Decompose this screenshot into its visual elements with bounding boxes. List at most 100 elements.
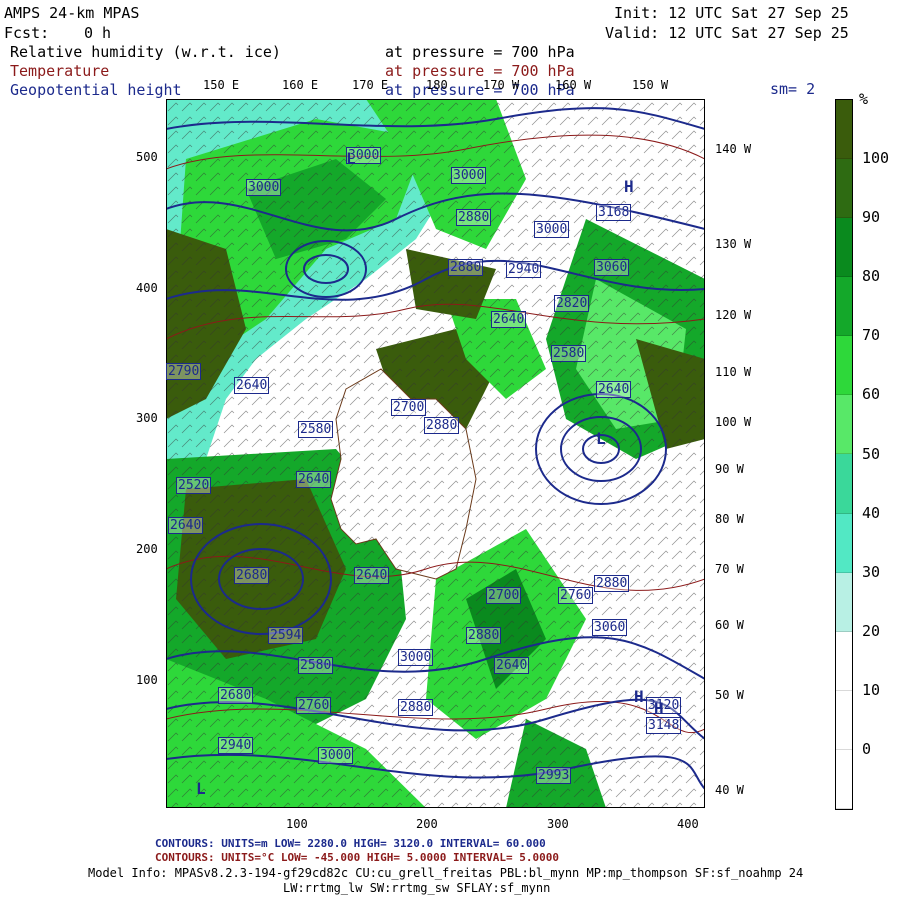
model-title: AMPS 24-km MPAS bbox=[4, 4, 140, 22]
pressure-center-letter: H bbox=[624, 177, 634, 196]
height-contour-label: 2760 bbox=[296, 697, 332, 714]
field-rh-label: Relative humidity (w.r.t. ice) bbox=[10, 43, 281, 61]
x-tick-label: 100 bbox=[286, 817, 308, 831]
height-contour-label: 2640 bbox=[596, 381, 632, 398]
colorbar-tick-label: 60 bbox=[862, 385, 881, 404]
pressure-geo: at pressure = 700 hPa bbox=[385, 81, 575, 99]
height-contour-label: 2640 bbox=[491, 311, 527, 328]
colorbar-tick-label: 90 bbox=[862, 208, 881, 227]
colorbar-unit: % bbox=[859, 90, 869, 108]
lon-top-label: 160 E bbox=[282, 78, 319, 92]
colorbar-tick-label: 0 bbox=[862, 739, 872, 758]
y-tick-label: 400 bbox=[136, 281, 158, 295]
colorbar bbox=[835, 99, 853, 810]
pressure-temp: at pressure = 700 hPa bbox=[385, 62, 575, 80]
pressure-center-letter: L bbox=[346, 149, 356, 168]
height-contour-label: 2640 bbox=[168, 517, 204, 534]
height-contour-label: 2940 bbox=[506, 261, 542, 278]
height-contour-label: 2993 bbox=[536, 767, 572, 784]
colorbar-bin bbox=[836, 336, 852, 396]
height-contour-label: 2640 bbox=[494, 657, 530, 674]
height-contour-label: 2880 bbox=[398, 699, 434, 716]
colorbar-tick-label: 50 bbox=[862, 444, 881, 463]
lon-right-label: 50 W bbox=[715, 688, 744, 702]
colorbar-tick-label: 40 bbox=[862, 503, 881, 522]
height-contour-label: 2580 bbox=[298, 421, 334, 438]
colorbar-bin bbox=[836, 218, 852, 278]
lon-top-label: 150 E bbox=[203, 78, 240, 92]
colorbar-bin bbox=[836, 749, 852, 809]
lon-top-label: 160 W bbox=[555, 78, 592, 92]
height-contour-label: 2880 bbox=[594, 575, 630, 592]
forecast-value: 0 h bbox=[84, 24, 112, 42]
colorbar-tick-label: 100 bbox=[862, 149, 890, 168]
lon-top-label: 170 E bbox=[352, 78, 389, 92]
lon-right-label: 60 W bbox=[715, 618, 744, 632]
y-tick-label: 100 bbox=[136, 673, 158, 687]
colorbar-tick-label: 20 bbox=[862, 621, 881, 640]
lon-right-label: 140 W bbox=[715, 142, 752, 156]
colorbar-tick-label: 30 bbox=[862, 562, 881, 581]
height-contour-label: 2594 bbox=[268, 627, 304, 644]
height-contour-label: 2680 bbox=[234, 567, 270, 584]
forecast-label: Fcst: bbox=[4, 24, 50, 42]
colorbar-tick-label: 80 bbox=[862, 267, 881, 286]
footer-contour-temp: CONTOURS: UNITS=°C LOW= -45.000 HIGH= 5.… bbox=[155, 851, 559, 864]
height-contour-label: 3000 bbox=[534, 221, 570, 238]
valid-time: Valid: 12 UTC Sat 27 Sep 25 bbox=[605, 24, 849, 42]
pressure-center-letter: L bbox=[196, 779, 206, 798]
height-contour-label: 3000 bbox=[318, 747, 354, 764]
smoothing-label: sm= 2 bbox=[770, 80, 816, 98]
height-contour-label: 2880 bbox=[466, 627, 502, 644]
height-contour-label: 2880 bbox=[424, 417, 460, 434]
pressure-rh: at pressure = 700 hPa bbox=[385, 43, 575, 61]
height-contour-label: 2790 bbox=[166, 363, 202, 380]
colorbar-bin bbox=[836, 572, 852, 632]
colorbar-bin bbox=[836, 277, 852, 337]
lon-right-label: 100 W bbox=[715, 415, 752, 429]
pressure-center-letter: H bbox=[634, 687, 644, 706]
height-contour-label: 3000 bbox=[398, 649, 434, 666]
footer-model-info: Model Info: MPASv8.2.3-194-gf29cd82c CU:… bbox=[88, 866, 804, 880]
x-tick-label: 200 bbox=[416, 817, 438, 831]
height-contour-label: 2760 bbox=[558, 587, 594, 604]
lon-right-label: 90 W bbox=[715, 462, 744, 476]
height-contour-label: 2700 bbox=[486, 587, 522, 604]
colorbar-tick-label: 70 bbox=[862, 326, 881, 345]
colorbar-bin bbox=[836, 690, 852, 750]
footer-contour-height: CONTOURS: UNITS=m LOW= 2280.0 HIGH= 3120… bbox=[155, 837, 546, 850]
y-tick-label: 200 bbox=[136, 542, 158, 556]
field-geo-label: Geopotential height bbox=[10, 81, 182, 99]
height-contour-label: 3168 bbox=[596, 204, 632, 221]
height-contour-label: 3120 bbox=[646, 697, 682, 714]
height-contour-label: 2580 bbox=[298, 657, 334, 674]
height-contour-label: 3000 bbox=[246, 179, 282, 196]
height-contour-label: 2640 bbox=[234, 377, 270, 394]
height-contour-label: 2680 bbox=[218, 687, 254, 704]
x-tick-label: 400 bbox=[677, 817, 699, 831]
colorbar-bin bbox=[836, 395, 852, 455]
pressure-center-letter: H bbox=[654, 699, 664, 718]
lon-right-label: 120 W bbox=[715, 308, 752, 322]
map-panel: 3000 3000 3000 2880 3000 2880 3060 3168 2940 2820… bbox=[165, 99, 706, 808]
y-tick-label: 500 bbox=[136, 150, 158, 164]
lon-top-label: 180 bbox=[426, 78, 448, 92]
height-contour-label: 2940 bbox=[218, 737, 254, 754]
height-contour-label: 3148 bbox=[646, 717, 682, 734]
height-contour-label: 3000 bbox=[451, 167, 487, 184]
height-contour-label: 2640 bbox=[296, 471, 332, 488]
pressure-center-letter: L bbox=[596, 429, 606, 448]
colorbar-bin bbox=[836, 631, 852, 691]
x-tick-label: 300 bbox=[547, 817, 569, 831]
init-time: Init: 12 UTC Sat 27 Sep 25 bbox=[614, 4, 849, 22]
height-contour-label: 2580 bbox=[551, 345, 587, 362]
colorbar-bin bbox=[836, 454, 852, 514]
height-contour-label: 2640 bbox=[354, 567, 390, 584]
height-contour-label: 2880 bbox=[456, 209, 492, 226]
footer-model-info-2: LW:rrtmg_lw SW:rrtmg_sw SFLAY:sf_mynn bbox=[283, 881, 551, 895]
lon-top-label: 150 W bbox=[632, 78, 669, 92]
lon-top-label: 170 W bbox=[483, 78, 520, 92]
colorbar-bin bbox=[836, 159, 852, 219]
lon-right-label: 80 W bbox=[715, 512, 744, 526]
height-contour-label: 2880 bbox=[448, 259, 484, 276]
